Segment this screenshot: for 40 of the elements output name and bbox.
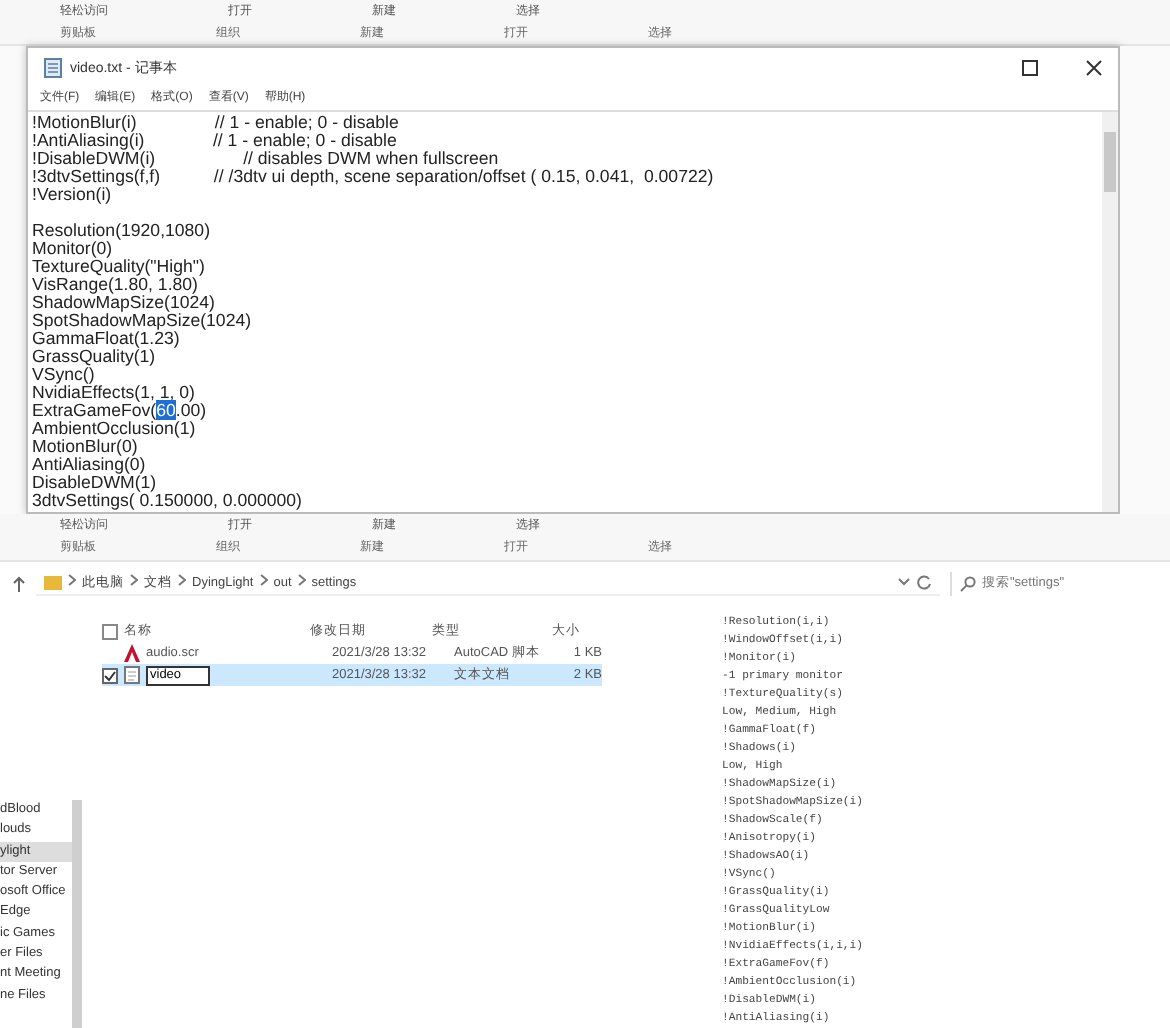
notepad-icon xyxy=(44,58,62,78)
chevron-icon xyxy=(297,574,306,590)
text-line: DisableDWM(1) xyxy=(32,474,159,492)
text-line: GammaFloat(1.23) xyxy=(32,330,180,348)
text-line: Monitor(0) xyxy=(32,240,113,258)
scrollbar[interactable] xyxy=(72,800,82,1028)
text-line: Resolution(1920,1080) xyxy=(32,222,213,240)
text-line: !MotionBlur(i) // 1 - enable; 0 - disable xyxy=(32,114,401,132)
up-arrow-icon[interactable] xyxy=(12,575,26,591)
search-icon xyxy=(960,575,976,591)
close-icon[interactable] xyxy=(1086,60,1102,76)
text-line: !Version(i) xyxy=(32,186,112,204)
text-line: GrassQuality(1) xyxy=(32,348,156,366)
chevron-icon xyxy=(130,574,138,590)
text-line: !AntiAliasing(i) // 1 - enable; 0 - disable xyxy=(32,132,399,150)
folder-icon xyxy=(44,575,62,589)
text-line: MotionBlur(0) xyxy=(32,438,138,456)
refresh-icon[interactable] xyxy=(916,574,932,590)
checkbox[interactable] xyxy=(102,623,118,639)
text-line: ExtraGameFov(60.00) xyxy=(32,402,209,420)
chevron-icon xyxy=(68,574,76,590)
text-line: VisRange(1.80, 1.80) xyxy=(32,276,198,294)
chevron-icon xyxy=(178,574,186,590)
script-file-icon xyxy=(124,644,140,662)
checked-checkbox[interactable] xyxy=(102,667,118,683)
text-line: 3dtvSettings( 0.150000, 0.000000) xyxy=(32,492,304,510)
text-line: !3dtvSettings(f,f) // /3dtv ui depth, scene separation/offset ( 0.15, 0.041, 0.00722) xyxy=(32,168,716,186)
text-line: ShadowMapSize(1024) xyxy=(32,294,217,312)
scrollbar[interactable] xyxy=(1102,112,1118,512)
text-line: NvidiaEffects(1, 1, 0) xyxy=(32,384,197,402)
text-line: AntiAliasing(0) xyxy=(32,456,148,474)
text-line: SpotShadowMapSize(1024) xyxy=(32,312,254,330)
text-line: !DisableDWM(i) // disables DWM when fullscreen xyxy=(32,150,501,168)
text-line: VSync() xyxy=(32,366,95,384)
dropdown-icon[interactable] xyxy=(898,578,910,586)
maximize-icon[interactable] xyxy=(1022,60,1038,76)
text-line: AmbientOcclusion(1) xyxy=(32,420,196,438)
text-line: TextureQuality("High") xyxy=(32,258,207,276)
text-file-icon xyxy=(124,666,140,684)
chevron-icon xyxy=(259,574,268,590)
